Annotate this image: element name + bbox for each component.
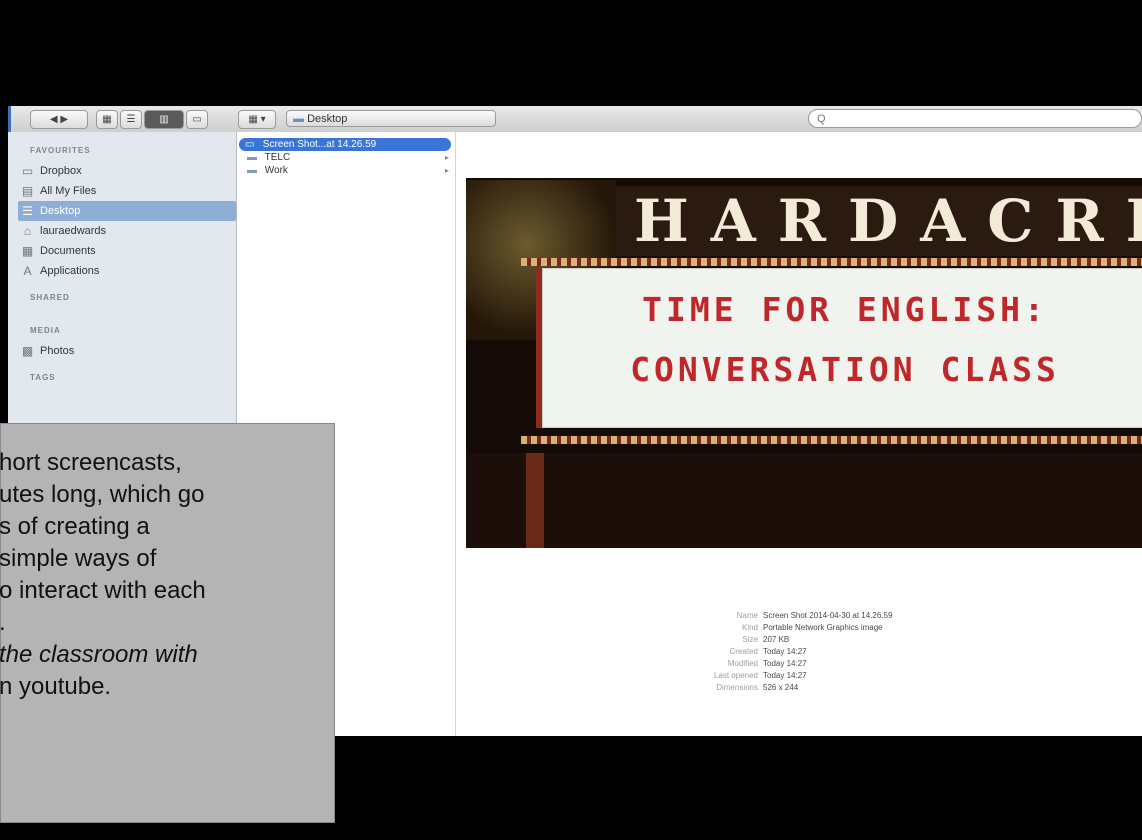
sidebar-item-label: Photos: [40, 345, 75, 357]
marquee-underside: [466, 453, 1142, 548]
folder-row-telc[interactable]: ▬ TELC ▸: [237, 151, 455, 164]
meta-key: Created: [729, 647, 758, 656]
disclosure-arrow-icon: ▸: [444, 166, 449, 175]
back-forward-buttons[interactable]: ◀ ▶: [30, 110, 88, 129]
disclosure-arrow-icon: ▸: [444, 153, 449, 162]
search-input[interactable]: Q: [808, 109, 1142, 128]
marquee-trim-top: [521, 258, 1142, 266]
favourites-header: FAVOURITES: [30, 146, 91, 155]
sidebar-item-label: All My Files: [40, 185, 97, 197]
files-icon: ▤: [21, 184, 34, 198]
meta-key: Dimensions: [716, 683, 758, 692]
caption-line: hort screencasts,: [0, 449, 182, 476]
meta-value: 207 KB: [763, 635, 790, 644]
search-icon: Q: [817, 113, 826, 125]
sidebar-item-label: lauraedwards: [40, 225, 107, 237]
caption-line: simple ways of: [0, 545, 157, 572]
file-preview: HARDACRE TIME FOR ENGLISH: CONVERSATION …: [456, 132, 1142, 736]
preview-image: HARDACRE TIME FOR ENGLISH: CONVERSATION …: [466, 178, 1142, 548]
folder-row-label: Work: [264, 165, 288, 176]
window-edge: [8, 106, 11, 132]
arrange-button[interactable]: ▦ ▾: [238, 110, 276, 129]
marquee-board: TIME FOR ENGLISH: CONVERSATION CLASS: [536, 268, 1142, 428]
folder-icon: ▬: [293, 113, 308, 125]
folder-icon: ▭: [21, 164, 34, 178]
caption-line: utes long, which go: [0, 481, 205, 508]
sidebar-item-label: Dropbox: [40, 165, 82, 177]
coverflow-view-button[interactable]: ▭: [186, 110, 208, 129]
meta-key: Last opened: [713, 671, 758, 680]
meta-value: Today 14:27: [763, 671, 807, 680]
desktop-icon: ☰: [22, 204, 33, 218]
applications-icon: A: [23, 264, 32, 278]
caption-line: n youtube.: [0, 673, 112, 700]
file-row-label: Screen Shot...at 14.26.59: [262, 139, 377, 150]
sidebar-item-label: Desktop: [40, 205, 81, 217]
theatre-sign: HARDACRE: [616, 186, 1142, 256]
sidebar-item-all-my-files[interactable]: ▤ All My Files: [8, 181, 236, 201]
support-post: [526, 453, 544, 548]
folder-row-work[interactable]: ▬ Work ▸: [237, 164, 455, 177]
file-row-screenshot[interactable]: ▭ Screen Shot...at 14.26.59: [239, 138, 451, 151]
sidebar-item-dropbox[interactable]: ▭ Dropbox: [8, 161, 236, 181]
marquee-line-1: TIME FOR ENGLISH:: [642, 290, 1048, 329]
shared-header: SHARED: [30, 293, 70, 302]
list-view-button[interactable]: ☰: [120, 110, 142, 129]
folder-icon: ▬: [247, 165, 257, 176]
meta-key: Name: [736, 611, 758, 620]
home-icon: ⌂: [23, 224, 32, 238]
meta-key: Size: [742, 635, 758, 644]
documents-icon: ▦: [21, 244, 34, 258]
sidebar-item-photos[interactable]: ▩ Photos: [8, 341, 236, 361]
sidebar-item-documents[interactable]: ▦ Documents: [8, 241, 236, 261]
meta-value: Today 14:27: [763, 647, 807, 656]
meta-value: Portable Network Graphics image: [763, 623, 883, 632]
folder-row-label: TELC: [264, 152, 291, 163]
file-metadata: Name Screen Shot 2014-04-30 at 14.26.59 K…: [646, 610, 892, 694]
media-header: MEDIA: [30, 326, 61, 335]
caption-line: .: [0, 608, 6, 639]
path-popup[interactable]: ▬ Desktop: [286, 110, 496, 127]
caption-line: o interact with each: [0, 577, 206, 604]
meta-key: Modified: [727, 659, 758, 668]
marquee-trim-bottom: [521, 436, 1142, 444]
caption-line: s of creating a: [0, 513, 150, 540]
icon-view-button[interactable]: ▦: [96, 110, 118, 129]
column-view-button[interactable]: ▥: [144, 110, 184, 129]
photos-icon: ▩: [21, 344, 34, 358]
meta-value: 526 x 244: [763, 683, 799, 692]
meta-value: Today 14:27: [763, 659, 807, 668]
sidebar-item-label: Documents: [40, 245, 96, 257]
sidebar-item-label: Applications: [40, 265, 100, 277]
meta-key: Kind: [741, 623, 758, 632]
image-file-icon: ▭: [245, 139, 255, 150]
marquee-line-2: CONVERSATION CLASS: [630, 350, 1060, 389]
caption-overlay: hort screencasts, utes long, which go s …: [0, 423, 335, 823]
caption-line: the classroom with: [0, 641, 198, 668]
tags-header: TAGS: [30, 373, 56, 382]
finder-toolbar: ◀ ▶ ▦ ☰ ▥ ▭ ▦ ▾ ▬ Desktop Q: [8, 106, 1142, 133]
sidebar-item-desktop[interactable]: ☰ Desktop: [18, 201, 236, 221]
sidebar-item-lauraedwards[interactable]: ⌂ lauraedwards: [8, 221, 236, 241]
meta-value: Screen Shot 2014-04-30 at 14.26.59: [763, 611, 893, 620]
sidebar-item-applications[interactable]: A Applications: [8, 261, 236, 281]
path-label: Desktop: [307, 113, 348, 125]
folder-icon: ▬: [247, 152, 257, 163]
